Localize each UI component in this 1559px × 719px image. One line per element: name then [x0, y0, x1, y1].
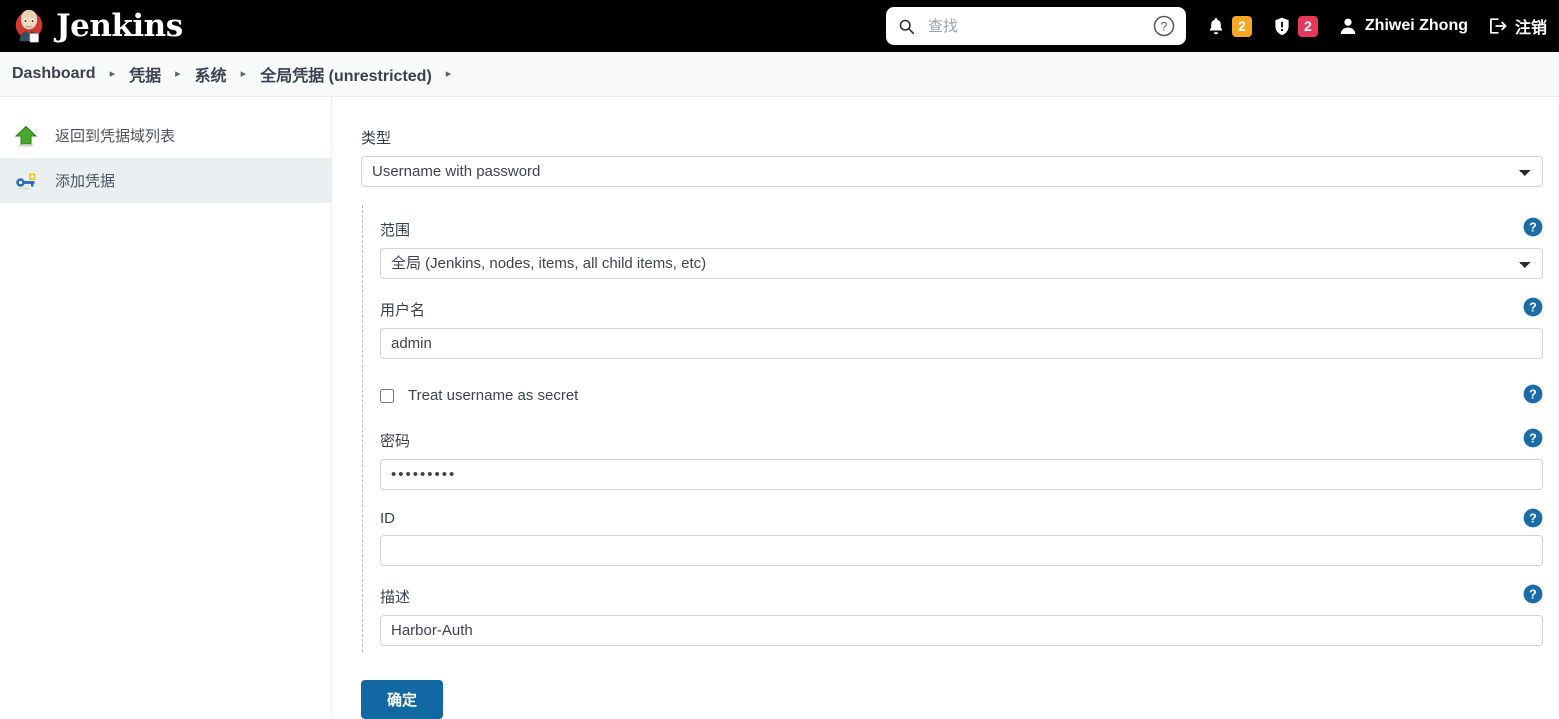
search-icon	[899, 19, 914, 34]
breadcrumb-item-credentials[interactable]: 凭据	[129, 62, 161, 86]
field-label-password: 密码	[380, 433, 411, 450]
breadcrumb-separator-icon: ▸	[175, 67, 181, 80]
key-add-icon	[16, 173, 36, 190]
description-input[interactable]	[380, 615, 1543, 646]
svg-text:?: ?	[1529, 587, 1537, 601]
sidebar-item-label: 返回到凭据域列表	[55, 128, 176, 145]
treat-username-as-secret-checkbox[interactable]	[380, 388, 394, 403]
credential-form: 类型 Username with password 范围 ? 全局 (Jenki…	[333, 97, 1559, 719]
field-label-description: 描述	[380, 589, 411, 606]
breadcrumb-item-dashboard[interactable]: Dashboard	[12, 65, 96, 83]
search-box[interactable]: ?	[885, 7, 1186, 45]
security-warnings-button[interactable]: 2	[1272, 0, 1318, 52]
breadcrumb-separator-icon: ▸	[240, 67, 247, 80]
scope-select[interactable]: 全局 (Jenkins, nodes, items, all child ite…	[380, 248, 1543, 279]
help-icon[interactable]: ?	[1523, 217, 1543, 237]
user-menu-button[interactable]: Zhiwei Zhong	[1338, 0, 1468, 52]
logout-label: 注销	[1514, 20, 1547, 37]
search-input[interactable]	[925, 16, 1136, 36]
sidebar: 返回到凭据域列表 添加凭据	[0, 97, 332, 717]
field-scope: 范围 ? 全局 (Jenkins, nodes, items, all chil…	[380, 205, 1543, 285]
field-label-type: 类型	[361, 130, 392, 147]
help-icon[interactable]: ?	[1523, 428, 1543, 448]
up-arrow-icon	[14, 125, 38, 147]
notifications-button[interactable]: 2	[1206, 0, 1252, 52]
question-circle-icon[interactable]: ?	[1152, 14, 1176, 38]
sidebar-item-back-to-domains[interactable]: 返回到凭据域列表	[0, 113, 331, 158]
breadcrumb-separator-icon: ▸	[109, 67, 116, 80]
svg-text:?: ?	[1529, 511, 1537, 525]
help-icon[interactable]: ?	[1523, 384, 1543, 404]
logout-icon	[1490, 18, 1507, 34]
sidebar-item-label: 添加凭据	[55, 173, 116, 190]
password-input[interactable]	[380, 459, 1543, 490]
svg-text:?: ?	[1161, 20, 1168, 34]
user-name: Zhiwei Zhong	[1364, 17, 1468, 34]
svg-text:?: ?	[1529, 220, 1537, 234]
submit-button[interactable]: 确定	[361, 680, 444, 719]
type-select[interactable]: Username with password	[361, 156, 1543, 187]
bell-icon	[1209, 18, 1223, 35]
app-header: Jenkins ? 2	[0, 0, 1559, 52]
field-description: 描述 ?	[380, 572, 1543, 652]
person-icon	[1340, 18, 1356, 34]
svg-text:?: ?	[1529, 300, 1537, 314]
breadcrumb-dropdown-icon[interactable]: ▸	[446, 68, 452, 80]
username-input[interactable]	[380, 328, 1543, 359]
header-right-cluster: ? 2 2 Zhiwei Zhong	[885, 0, 1559, 52]
svg-text:?: ?	[1529, 387, 1537, 401]
help-icon[interactable]: ?	[1523, 508, 1543, 528]
sidebar-item-add-credential[interactable]: 添加凭据	[0, 158, 331, 203]
field-label-username: 用户名	[380, 302, 426, 319]
credential-details-section: 范围 ? 全局 (Jenkins, nodes, items, all chil…	[362, 205, 1543, 652]
treat-username-as-secret-label: Treat username as secret	[408, 387, 579, 404]
breadcrumb-item-global-credentials[interactable]: 全局凭据 (unrestricted)	[260, 62, 432, 86]
logout-button[interactable]: 注销	[1488, 0, 1547, 52]
field-type: 类型 Username with password	[361, 127, 1543, 187]
brand-title: Jenkins	[56, 7, 183, 44]
help-icon[interactable]: ?	[1523, 297, 1543, 317]
breadcrumb-item-system[interactable]: 系统	[195, 62, 227, 86]
id-input[interactable]	[380, 535, 1543, 566]
svg-text:?: ?	[1529, 431, 1537, 445]
help-icon[interactable]: ?	[1523, 584, 1543, 604]
notifications-badge: 2	[1231, 15, 1252, 37]
shield-exclamation-icon	[1275, 17, 1289, 35]
breadcrumb: Dashboard ▸ 凭据 ▸ 系统 ▸ 全局凭据 (unrestricted…	[0, 52, 1559, 97]
field-label-id: ID	[380, 510, 395, 527]
security-badge: 2	[1297, 15, 1318, 37]
field-password: 密码 ?	[380, 416, 1543, 496]
field-label-scope: 范围	[380, 222, 411, 239]
field-treat-username-as-secret: Treat username as secret ?	[380, 365, 1543, 416]
field-username: 用户名 ?	[380, 285, 1543, 365]
jenkins-butler-logo-icon	[15, 9, 43, 43]
jenkins-brand-link[interactable]: Jenkins	[10, 0, 183, 52]
field-id: ID ?	[380, 496, 1543, 572]
